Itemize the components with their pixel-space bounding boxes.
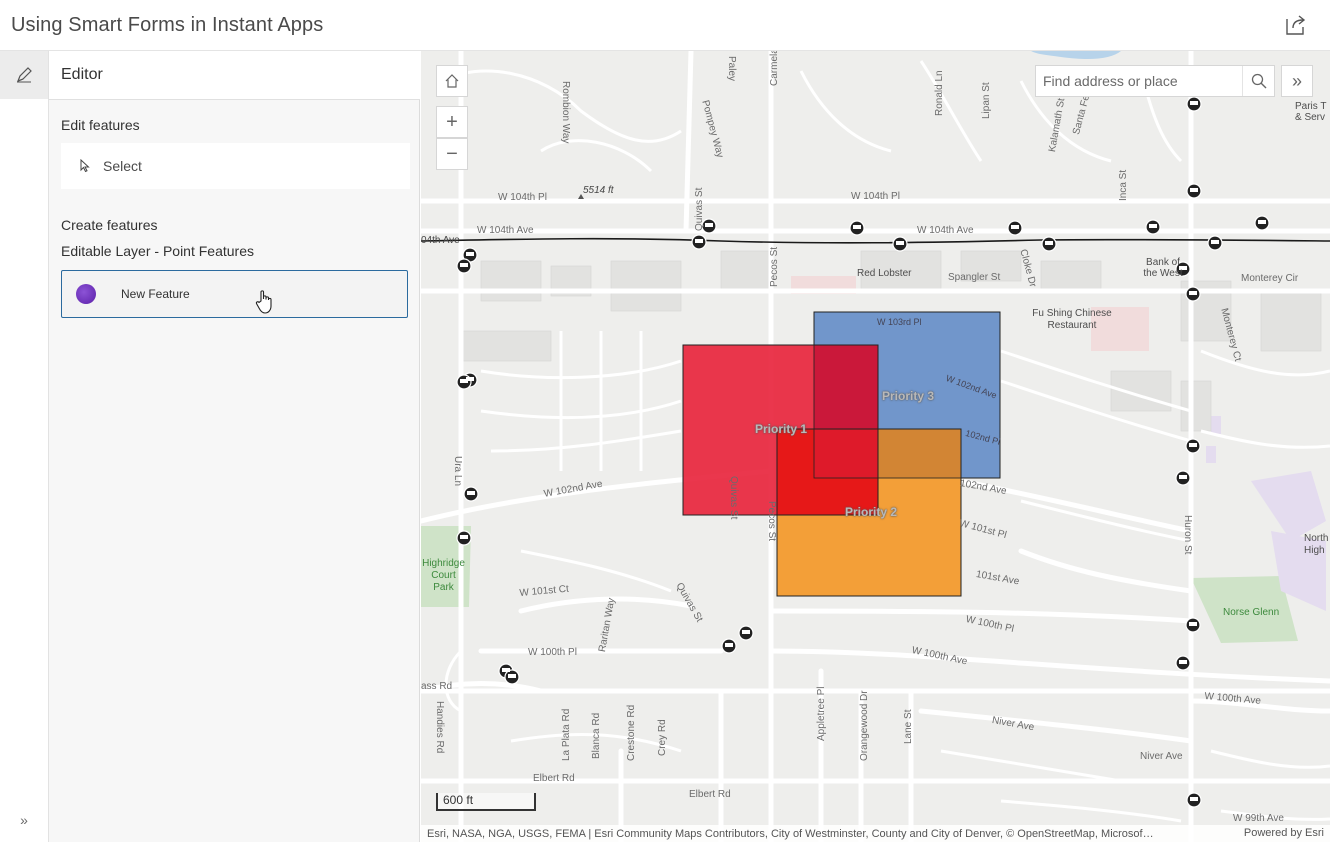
street-label: W 104th Pl <box>498 192 547 203</box>
attribution-text[interactable]: Esri, NASA, NGA, USGS, FEMA | Esri Commu… <box>421 828 1221 840</box>
street-label: Ronald Ln <box>934 70 945 116</box>
action-bar: » <box>0 51 49 842</box>
street-label: Niver Ave <box>1140 751 1183 762</box>
street-label: W 103rd Pl <box>877 317 922 327</box>
app-title: Using Smart Forms in Instant Apps <box>11 14 324 36</box>
select-label: Select <box>103 158 142 174</box>
home-icon <box>445 74 459 88</box>
poi-label: Paris T & Serv <box>1295 101 1327 123</box>
polygon-label-priority-1: Priority 1 <box>755 422 808 436</box>
street-label: La Plata Rd <box>561 708 572 761</box>
street-label: Quivas St <box>694 187 705 231</box>
street-label: Crestone Rd <box>626 704 637 761</box>
street-label: Lane St <box>903 709 914 744</box>
street-label: Crey Rd <box>657 719 668 756</box>
panel-title: Editor <box>61 66 103 83</box>
street-label: W 104th Pl <box>851 191 900 202</box>
street-label: W 99th Ave <box>1233 813 1284 824</box>
map-attribution: Esri, NASA, NGA, USGS, FEMA | Esri Commu… <box>421 825 1330 842</box>
street-label: Carmela Ln <box>769 51 780 86</box>
search-widget <box>1035 65 1275 97</box>
street-label: Huron St <box>1182 515 1193 555</box>
street-label: Pecos St <box>769 246 780 287</box>
poi-label: Bank of the West <box>1143 257 1183 279</box>
expand-toolbar-button[interactable]: » <box>1281 65 1313 97</box>
create-features-heading: Create features <box>61 217 158 233</box>
street-label: Handies Rd <box>434 701 445 754</box>
search-icon <box>1251 73 1266 89</box>
street-label: Quivas St <box>728 476 739 520</box>
search-input[interactable] <box>1036 66 1242 96</box>
poi-label: North High <box>1304 533 1329 556</box>
select-button[interactable]: Select <box>61 143 410 189</box>
app-header: Using Smart Forms in Instant Apps <box>0 0 1330 51</box>
street-label: Elbert Rd <box>533 773 575 784</box>
point-symbol-icon <box>76 284 96 304</box>
street-label: ass Rd <box>421 681 453 692</box>
street-label: Paley <box>726 56 737 82</box>
new-feature-button[interactable]: New Feature <box>61 270 408 318</box>
map-view[interactable]: Rombion Way Paley Pompey Way Carmela Ln … <box>421 51 1330 842</box>
street-label: Orangewood Dr <box>859 690 870 761</box>
pencil-icon <box>16 67 32 83</box>
poi-label: Red Lobster <box>857 268 912 279</box>
poi-label: Fu Shing Chinese Restaurant <box>1032 308 1112 331</box>
editor-action-button[interactable] <box>0 51 48 99</box>
street-label: W 104th Ave <box>917 225 974 236</box>
street-label: Pecos St <box>766 501 777 542</box>
elevation-label: 5514 ft <box>583 185 614 196</box>
street-label: Ura Ln <box>452 456 463 487</box>
panel-header: Editor <box>49 51 420 100</box>
editor-panel: Editor Edit features Select Create featu… <box>49 51 420 842</box>
home-button[interactable] <box>436 65 468 97</box>
street-label: Rombion Way <box>560 81 571 144</box>
park-label: Highridge Court Park <box>422 558 465 593</box>
zoom-in-button[interactable]: + <box>436 106 468 138</box>
street-label: Monterey Cir <box>1241 273 1299 284</box>
expand-panel-button[interactable]: » <box>0 810 48 830</box>
park-label: Norse Glenn <box>1223 607 1280 618</box>
layer-name: Editable Layer - Point Features <box>61 243 254 259</box>
street-label: W 104th Ave <box>477 225 534 236</box>
plus-icon: + <box>446 111 458 133</box>
street-label: Spangler St <box>948 272 1001 283</box>
search-button[interactable] <box>1242 66 1274 96</box>
street-label: Inca St <box>1118 169 1129 201</box>
cursor-icon <box>80 159 90 173</box>
minus-icon: − <box>446 143 458 165</box>
share-button[interactable] <box>1284 13 1308 37</box>
double-chevron-right-icon: » <box>20 812 28 828</box>
double-chevron-right-icon: » <box>1291 70 1302 91</box>
street-label: W 100th Pl <box>528 647 577 658</box>
polygon-label-priority-3: Priority 3 <box>882 389 935 403</box>
edit-features-heading: Edit features <box>61 117 140 133</box>
basemap <box>421 51 1330 842</box>
scale-bar: 600 ft <box>436 793 536 811</box>
street-label: 04th Ave <box>421 235 460 246</box>
street-label: Appletree Pl <box>816 686 827 741</box>
polygon-label-priority-2: Priority 2 <box>845 505 898 519</box>
share-icon <box>1286 15 1306 35</box>
new-feature-label: New Feature <box>121 287 190 301</box>
street-label: Lipan St <box>981 82 992 119</box>
powered-by-link[interactable]: Powered by Esri <box>1244 827 1324 839</box>
street-label: Elbert Rd <box>689 789 731 800</box>
zoom-out-button[interactable]: − <box>436 138 468 170</box>
street-label: Blanca Rd <box>591 712 602 759</box>
